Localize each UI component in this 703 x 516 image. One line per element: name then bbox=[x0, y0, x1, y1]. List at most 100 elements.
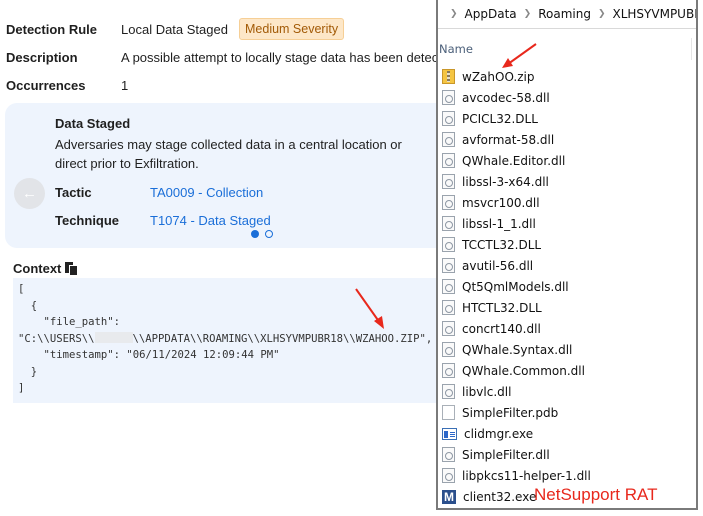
code-line: "timestamp": "06/11/2024 12:09:44 PM" bbox=[18, 349, 280, 361]
redacted-username bbox=[94, 331, 133, 343]
file-item[interactable]: SimpleFilter.pdb bbox=[442, 402, 692, 423]
file-item[interactable]: Qt5QmlModels.dll bbox=[442, 276, 692, 297]
file-item[interactable]: libvlc.dll bbox=[442, 381, 692, 402]
chevron-right-icon: ❯ bbox=[450, 9, 458, 19]
file-name: msvcr100.dll bbox=[462, 195, 540, 210]
dll-file-icon bbox=[442, 258, 455, 273]
file-item[interactable]: HTCTL32.DLL bbox=[442, 297, 692, 318]
file-item[interactable]: libssl-1_1.dll bbox=[442, 213, 692, 234]
file-item[interactable]: libpkcs11-helper-1.dll bbox=[442, 465, 692, 486]
zip-archive-icon bbox=[442, 69, 455, 84]
tactic-label: Tactic bbox=[55, 185, 92, 200]
file-item[interactable]: QWhale.Common.dll bbox=[442, 360, 692, 381]
file-name: SimpleFilter.dll bbox=[462, 447, 550, 462]
column-divider[interactable] bbox=[691, 38, 692, 60]
code-line: ] bbox=[18, 382, 25, 394]
file-name: QWhale.Syntax.dll bbox=[462, 342, 573, 357]
file-item[interactable]: wZahOO.zip bbox=[442, 66, 692, 87]
file-name: Qt5QmlModels.dll bbox=[462, 279, 569, 294]
file-item[interactable]: SimpleFilter.dll bbox=[442, 444, 692, 465]
file-item[interactable]: clidmgr.exe bbox=[442, 423, 692, 444]
file-name: PCICL32.DLL bbox=[462, 111, 538, 126]
chevron-right-icon: ❯ bbox=[597, 9, 606, 19]
dll-file-icon bbox=[442, 216, 455, 231]
file-name: avcodec-58.dll bbox=[462, 90, 550, 105]
previous-button[interactable]: ← bbox=[14, 178, 45, 209]
dll-file-icon bbox=[442, 111, 455, 126]
file-item[interactable]: avcodec-58.dll bbox=[442, 87, 692, 108]
dll-file-icon bbox=[442, 174, 455, 189]
file-name: SimpleFilter.pdb bbox=[462, 405, 559, 420]
technique-title: Data Staged bbox=[55, 116, 131, 131]
name-column-header[interactable]: Name bbox=[439, 42, 473, 56]
netsupport-m-icon: M bbox=[442, 489, 456, 504]
file-item[interactable]: concrt140.dll bbox=[442, 318, 692, 339]
file-name: client32.exe bbox=[463, 489, 537, 504]
dll-file-icon bbox=[442, 321, 455, 336]
context-title: Context bbox=[13, 261, 62, 276]
code-line: "C:\\USERS\\ bbox=[18, 332, 95, 345]
description-value: A possible attempt to locally stage data… bbox=[121, 50, 439, 65]
file-name: libvlc.dll bbox=[462, 384, 512, 399]
file-explorer-window: ❯ AppData ❯ Roaming ❯ XLHSYVMPUBR18 Name… bbox=[436, 0, 698, 510]
file-name: QWhale.Editor.dll bbox=[462, 153, 566, 168]
dll-file-icon bbox=[442, 153, 455, 168]
technique-link[interactable]: T1074 - Data Staged bbox=[150, 213, 271, 228]
dll-file-icon bbox=[442, 384, 455, 399]
dll-file-icon bbox=[442, 468, 455, 483]
file-name: TCCTL32.DLL bbox=[462, 237, 542, 252]
copy-icon[interactable] bbox=[65, 262, 79, 276]
breadcrumb-item[interactable]: XLHSYVMPUBR18 bbox=[613, 7, 697, 21]
file-item[interactable]: libssl-3-x64.dll bbox=[442, 171, 692, 192]
occurrences-label: Occurrences bbox=[6, 78, 86, 93]
file-item[interactable]: avutil-56.dll bbox=[442, 255, 692, 276]
technique-description: Adversaries may stage collected data in … bbox=[55, 137, 402, 171]
breadcrumb: ❯ AppData ❯ Roaming ❯ XLHSYVMPUBR18 bbox=[438, 0, 696, 29]
chevron-right-icon: ❯ bbox=[523, 9, 532, 19]
file-item[interactable]: QWhale.Syntax.dll bbox=[442, 339, 692, 360]
breadcrumb-item[interactable]: AppData bbox=[465, 7, 517, 21]
file-name: libssl-3-x64.dll bbox=[462, 174, 549, 189]
technique-card: Data Staged Adversaries may stage collec… bbox=[5, 103, 475, 248]
blank-file-icon bbox=[442, 405, 455, 420]
file-name: avutil-56.dll bbox=[462, 258, 534, 273]
code-line: [ bbox=[18, 283, 25, 295]
file-item[interactable]: PCICL32.DLL bbox=[442, 108, 692, 129]
file-name: avformat-58.dll bbox=[462, 132, 555, 147]
arrow-left-icon: ← bbox=[22, 185, 37, 202]
file-item[interactable]: msvcr100.dll bbox=[442, 192, 692, 213]
code-line: "file_path": bbox=[18, 316, 121, 328]
file-item[interactable]: avformat-58.dll bbox=[442, 129, 692, 150]
page-dot-2[interactable] bbox=[265, 230, 273, 238]
file-name: HTCTL32.DLL bbox=[462, 300, 542, 315]
file-name: libpkcs11-helper-1.dll bbox=[462, 468, 591, 483]
technique-label: Technique bbox=[55, 213, 120, 228]
page-dot-1[interactable] bbox=[251, 230, 259, 238]
detection-rule-label: Detection Rule bbox=[6, 22, 98, 37]
dll-file-icon bbox=[442, 447, 455, 462]
dll-file-icon bbox=[442, 237, 455, 252]
file-item[interactable]: QWhale.Editor.dll bbox=[442, 150, 692, 171]
severity-badge: Medium Severity bbox=[239, 18, 345, 40]
file-item[interactable]: TCCTL32.DLL bbox=[442, 234, 692, 255]
dll-file-icon bbox=[442, 90, 455, 105]
occurrences-value: 1 bbox=[121, 78, 129, 93]
netsupport-rat-annotation: NetSupport RAT bbox=[534, 485, 658, 504]
description-label: Description bbox=[6, 50, 78, 65]
detection-rule-value: Local Data Staged bbox=[121, 22, 228, 37]
application-window-icon bbox=[442, 427, 457, 440]
dll-file-icon bbox=[442, 132, 455, 147]
page-indicator bbox=[251, 230, 273, 238]
file-name: concrt140.dll bbox=[462, 321, 541, 336]
file-name: libssl-1_1.dll bbox=[462, 216, 536, 231]
dll-file-icon bbox=[442, 342, 455, 357]
code-line: } bbox=[18, 365, 38, 378]
file-name: QWhale.Common.dll bbox=[462, 363, 585, 378]
breadcrumb-item[interactable]: Roaming bbox=[538, 7, 591, 21]
dll-file-icon bbox=[442, 279, 455, 294]
code-line: \\APPDATA\\ROAMING\\XLHSYVMPUBR18\\WZAHO… bbox=[132, 332, 433, 345]
dll-file-icon bbox=[442, 363, 455, 378]
tactic-link[interactable]: TA0009 - Collection bbox=[150, 185, 263, 200]
context-code-block: [ { "file_path": "C:\\USERS\\ \\APPDATA\\… bbox=[13, 278, 443, 403]
dll-file-icon bbox=[442, 300, 455, 315]
